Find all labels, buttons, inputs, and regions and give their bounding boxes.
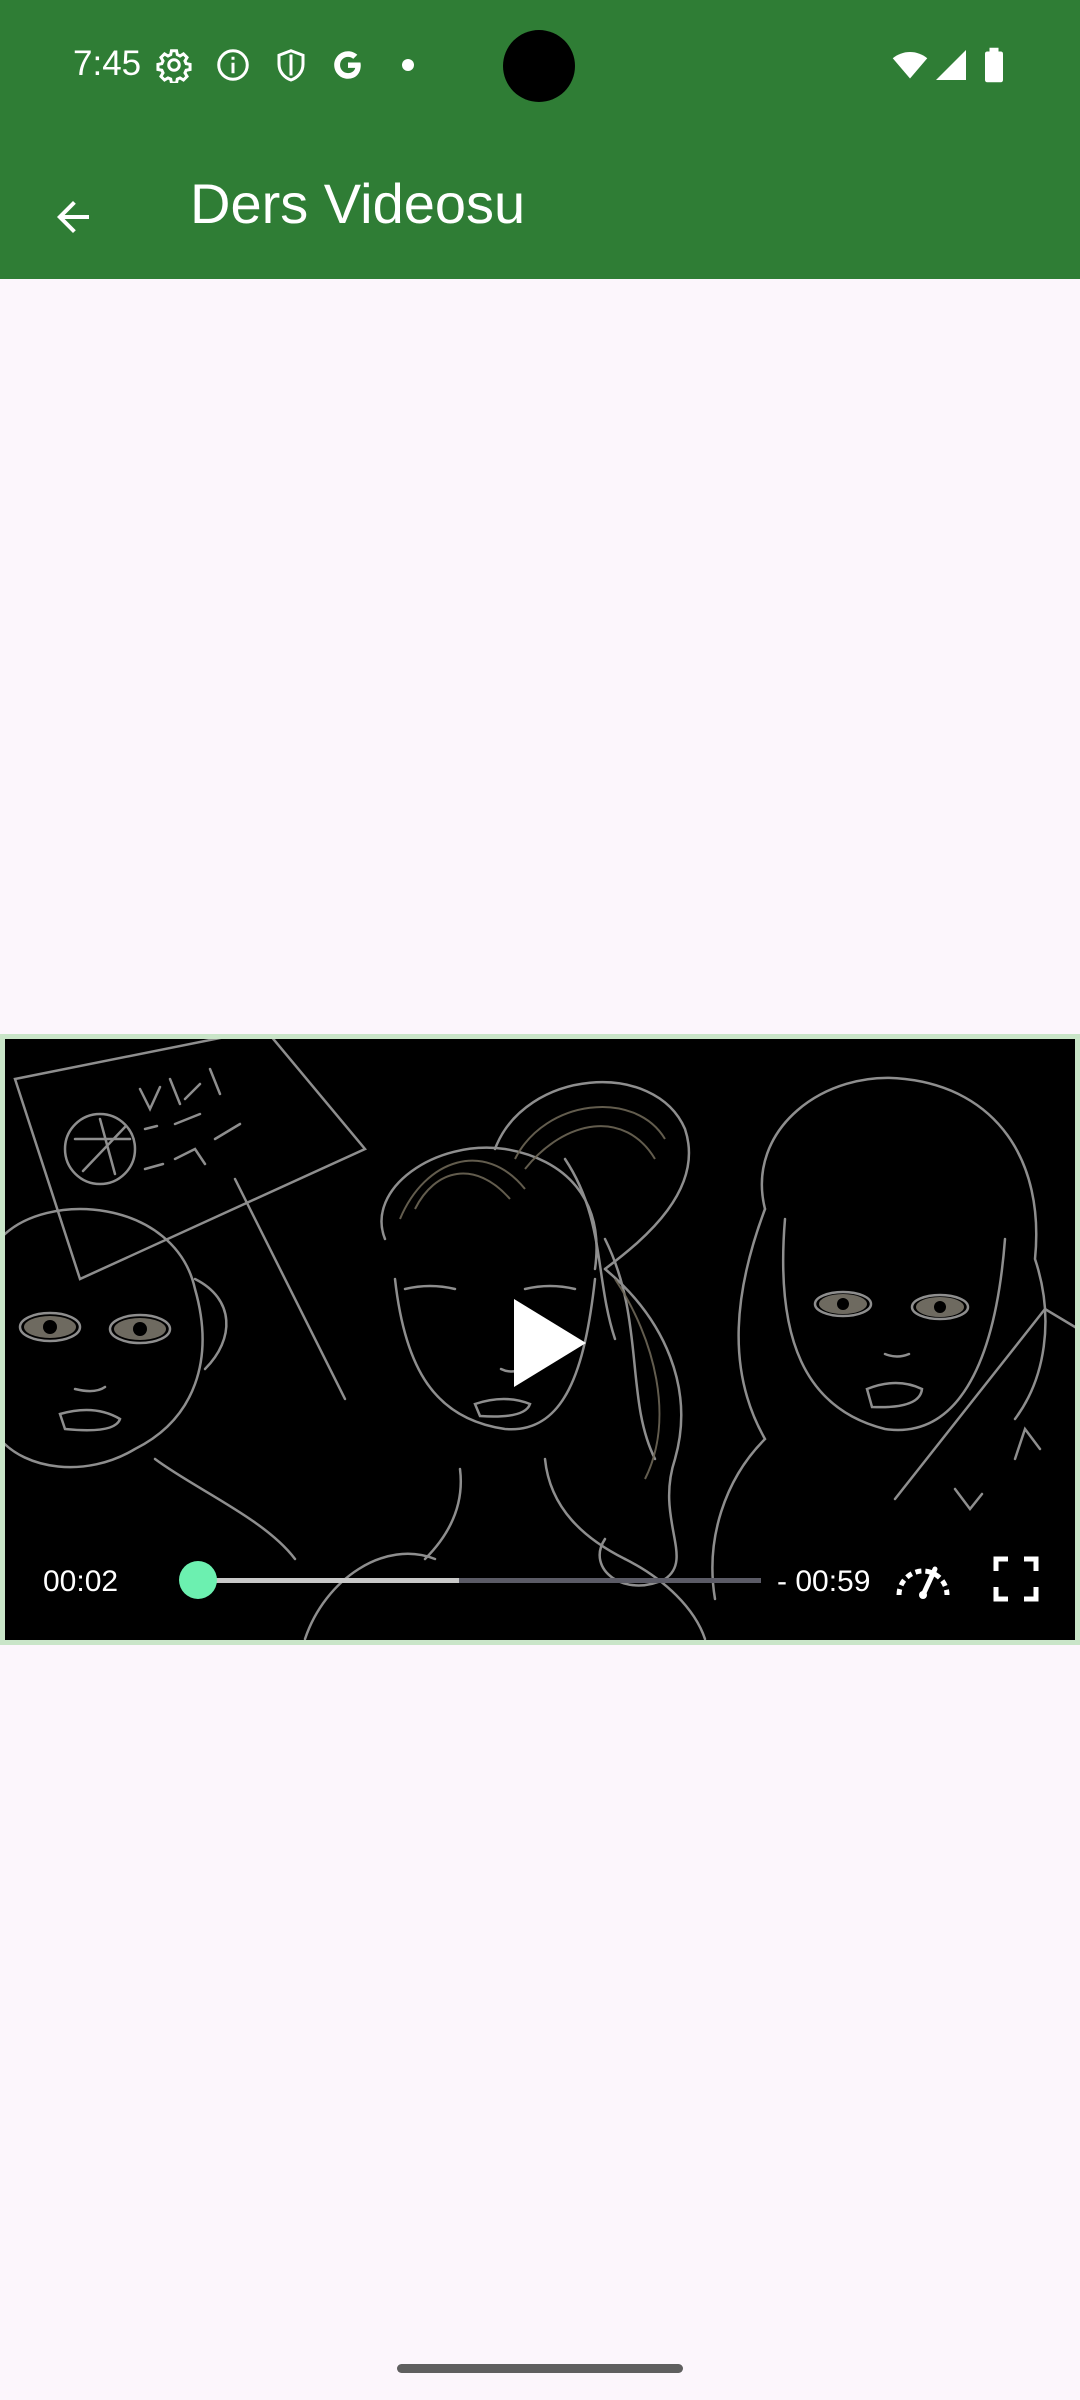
video-player-frame: 00:02 - 00:59 [0,1034,1080,1645]
info-icon [217,49,249,81]
speedometer-icon[interactable] [893,1555,953,1603]
wifi-icon [892,51,928,79]
remaining-time: - 00:59 [777,1565,871,1598]
arrow-back-icon [57,201,89,233]
video-player[interactable]: 00:02 - 00:59 [5,1039,1075,1640]
front-camera [503,30,575,102]
top-bar: 7:45 Ders Videosu [0,0,1080,279]
current-time: 00:02 [43,1565,119,1598]
seek-buffer [181,1578,460,1583]
fullscreen-icon[interactable] [992,1555,1040,1603]
battery-icon [985,47,1003,83]
back-button[interactable] [30,174,116,260]
gear-icon [156,49,192,83]
signal-icon [936,50,966,80]
screen: 7:45 Ders Videosu 00:02 - 00:59 [0,0,1080,2400]
google-g-icon [334,51,361,79]
status-time: 7:45 [73,44,142,83]
app-bar: Ders Videosu [0,132,1080,279]
play-icon[interactable] [510,1295,590,1391]
seek-bar[interactable] [179,1561,761,1599]
dot-icon [402,59,414,71]
home-indicator[interactable] [397,2364,683,2373]
page-title: Ders Videosu [190,172,526,235]
status-bar: 7:45 [0,0,1080,132]
shield-icon [277,49,305,82]
